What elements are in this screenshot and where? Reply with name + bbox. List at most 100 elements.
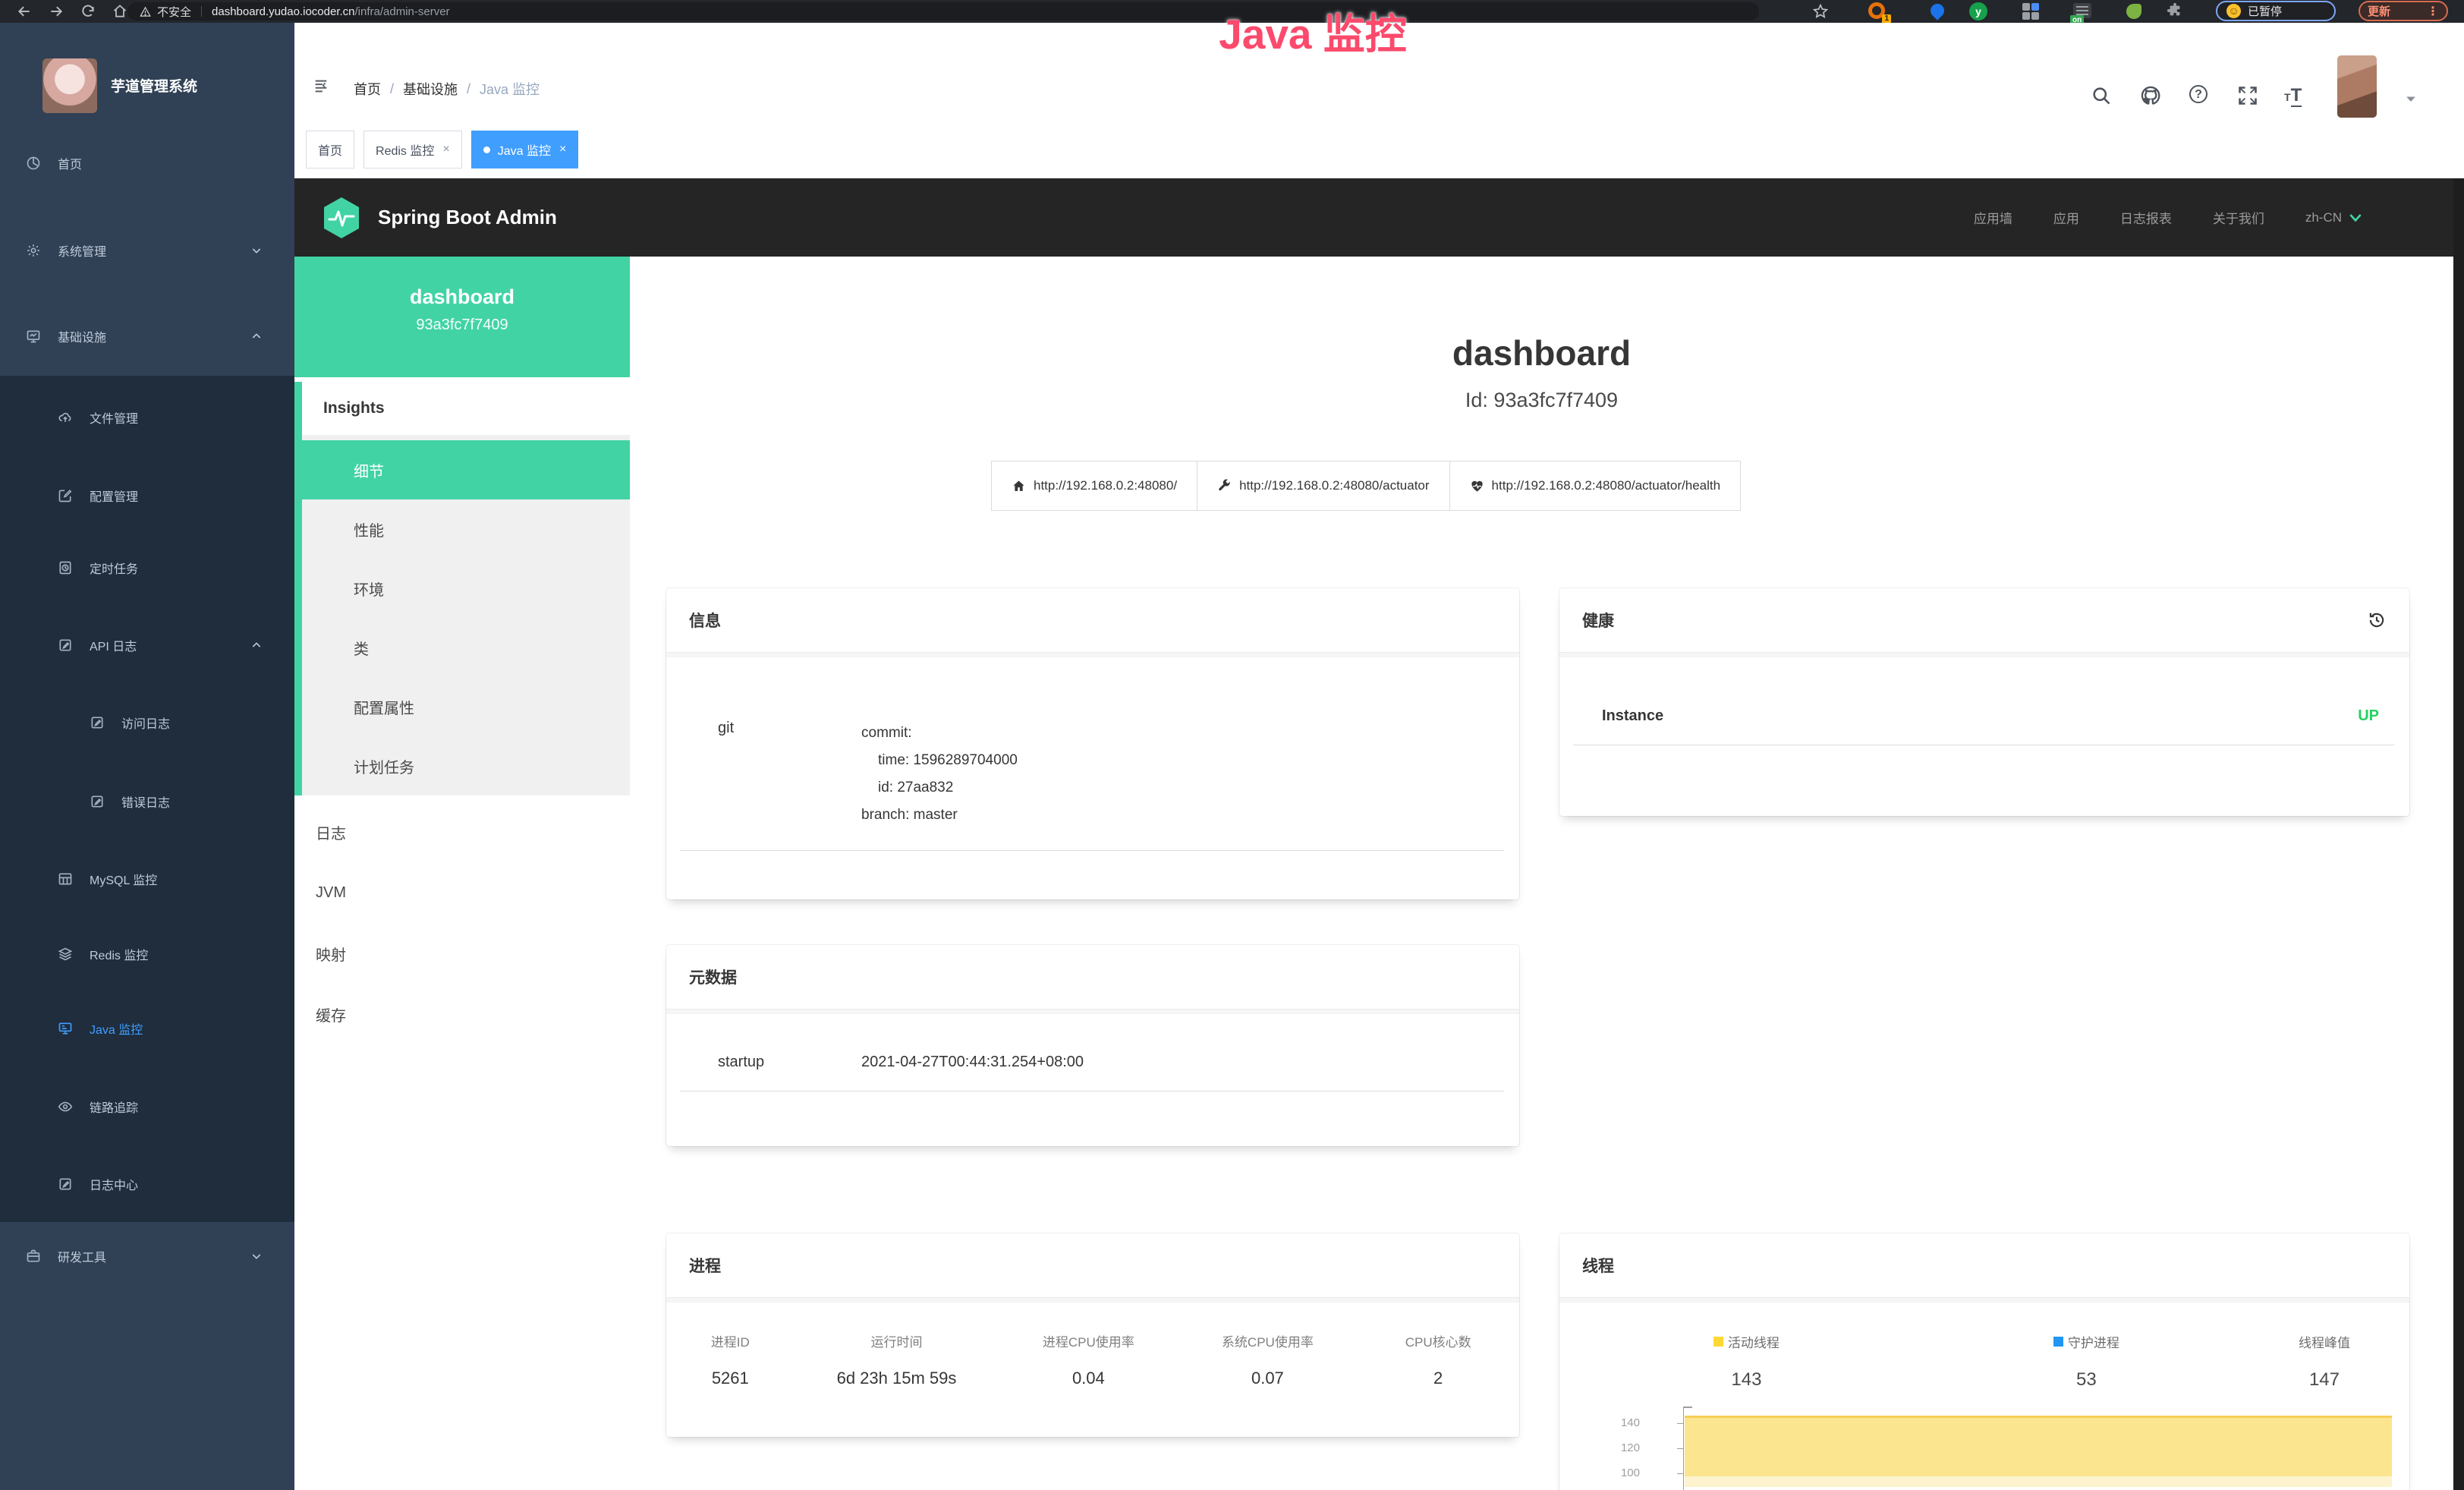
sidebar-item-tracing[interactable]: 链路追踪	[0, 1085, 294, 1128]
sba-item-metrics[interactable]: 性能	[302, 499, 630, 559]
screen: 不安全 dashboard.yudao.iocoder.cn/infra/adm…	[0, 0, 2464, 1490]
extension-icon-list-on[interactable]: on	[2073, 2, 2091, 20]
ytick-100: 100	[1602, 1466, 1640, 1479]
close-icon[interactable]	[559, 143, 566, 156]
sba-item-config-props[interactable]: 配置属性	[302, 677, 630, 736]
sba-language-select[interactable]: zh-CN	[2305, 210, 2362, 225]
sba-nav-journal[interactable]: 日志报表	[2120, 208, 2172, 227]
sba-brand[interactable]: Spring Boot Admin	[378, 206, 557, 229]
chevron-down-icon	[2349, 213, 2362, 222]
url-path: /infra/admin-server	[355, 5, 450, 18]
sba-nav-links: 应用墙 应用 日志报表 关于我们 zh-CN	[1974, 208, 2362, 227]
home-icon[interactable]	[112, 4, 127, 19]
instance-actuator-link[interactable]: http://192.168.0.2:48080/actuator	[1197, 461, 1449, 511]
instance-home-link[interactable]: http://192.168.0.2:48080/	[991, 461, 1197, 511]
daemon-threads-value: 53	[1934, 1369, 2239, 1391]
sidebar-logo-row[interactable]: 芋道管理系统	[0, 57, 294, 114]
card-metadata: 元数据 startup 2021-04-27T00:44:31.254+08:0…	[666, 945, 1519, 1146]
sba-app-block[interactable]: dashboard 93a3fc7f7409	[294, 257, 630, 377]
sidebar-item-mysql-monitor[interactable]: MySQL 监控	[0, 858, 294, 900]
scrollbar[interactable]	[2453, 178, 2464, 1490]
sidebar-item-access-log[interactable]: 访问日志	[0, 701, 294, 744]
sba-item-mappings[interactable]: 映射	[294, 923, 630, 984]
card-threads-title: 线程	[1582, 1254, 1614, 1277]
breadcrumb-home[interactable]: 首页	[354, 79, 381, 99]
heartbeat-icon	[1470, 479, 1484, 493]
sidebar-item-error-log[interactable]: 错误日志	[0, 780, 294, 823]
back-icon[interactable]	[17, 4, 32, 19]
sba-nav-about[interactable]: 关于我们	[2213, 208, 2264, 227]
chrome-menu-icon[interactable]: ⋮	[2427, 4, 2439, 19]
timer-book-icon	[58, 560, 73, 575]
spring-boot-admin-logo[interactable]	[322, 197, 361, 239]
sba-item-logfile[interactable]: 日志	[294, 802, 630, 862]
profile-paused-chip[interactable]: ☺ 已暂停	[2216, 1, 2336, 21]
search-icon[interactable]	[2091, 85, 2112, 106]
sidebar-item-redis-monitor[interactable]: Redis 监控	[0, 933, 294, 975]
extension-icon-pin[interactable]	[1927, 2, 1946, 20]
sidebar-item-log-center[interactable]: 日志中心	[0, 1163, 294, 1205]
reload-icon[interactable]	[80, 4, 96, 19]
chrome-update-button[interactable]: 更新 ⋮	[2359, 1, 2448, 21]
chevron-up-icon	[250, 330, 263, 342]
github-icon[interactable]	[2140, 85, 2161, 106]
help-icon[interactable]: ?	[2189, 85, 2208, 103]
close-icon[interactable]	[442, 143, 449, 156]
instance-link-group: http://192.168.0.2:48080/ http://192.168…	[992, 461, 1741, 511]
sidebar-item-config-management[interactable]: 配置管理	[0, 474, 294, 517]
sba-sidebar: dashboard 93a3fc7f7409 Insights 细节 性能 环境…	[294, 257, 630, 1490]
extension-icon-orange[interactable]: 1	[1868, 2, 1887, 20]
sba-navbar: Spring Boot Admin 应用墙 应用 日志报表 关于我们 zh-CN	[294, 178, 2464, 257]
card-info-title: 信息	[689, 609, 721, 632]
extension-icon-grid[interactable]	[2022, 2, 2041, 20]
legend-live-swatch	[1713, 1337, 1723, 1347]
forward-icon[interactable]	[49, 4, 64, 19]
sidebar-item-api-log[interactable]: API 日志	[0, 624, 294, 666]
sba-item-classes[interactable]: 类	[302, 618, 630, 677]
sba-item-details[interactable]: 细节	[302, 440, 630, 499]
instance-health-link[interactable]: http://192.168.0.2:48080/actuator/health	[1449, 461, 1742, 511]
sba-item-caches[interactable]: 缓存	[294, 984, 630, 1044]
log-edit-icon	[58, 638, 73, 653]
metadata-startup-value: 2021-04-27T00:44:31.254+08:00	[861, 1054, 1084, 1071]
sidebar-item-dev-tools[interactable]: 研发工具	[0, 1235, 294, 1277]
process-cpu: 0.04	[999, 1369, 1178, 1388]
live-threads-value: 143	[1559, 1369, 1934, 1391]
font-size-icon[interactable]: TT	[2284, 85, 2302, 106]
sidebar-item-system[interactable]: 系统管理	[0, 229, 294, 272]
avatar-caret-down-icon[interactable]	[2406, 96, 2416, 103]
tab-java-monitor[interactable]: Java 监控	[471, 131, 579, 169]
sba-item-environment[interactable]: 环境	[302, 559, 630, 618]
card-separator	[666, 652, 1519, 657]
sba-nav-applications[interactable]: 应用	[2053, 208, 2079, 227]
history-icon[interactable]	[2367, 610, 2387, 630]
peak-threads-value: 147	[2239, 1369, 2409, 1391]
breadcrumb-infrastructure[interactable]: 基础设施	[403, 79, 458, 99]
process-table-values: 5261 6d 23h 15m 59s 0.04 0.07 2	[666, 1369, 1519, 1388]
sidebar-item-java-monitor[interactable]: Java 监控	[0, 1007, 294, 1050]
extension-icon-leaf[interactable]	[2125, 2, 2143, 20]
bookmark-star-icon[interactable]	[1812, 3, 1829, 20]
breadcrumb-current: Java 监控	[480, 79, 540, 99]
edit-square-icon	[58, 488, 73, 503]
sba-item-jvm[interactable]: JVM	[294, 862, 630, 923]
extension-icon-y[interactable]: y	[1969, 2, 1987, 20]
sidebar-item-home[interactable]: 首页	[0, 142, 294, 184]
sidebar-collapse-icon[interactable]	[311, 77, 331, 94]
sba-item-scheduled-tasks[interactable]: 计划任务	[302, 736, 630, 795]
sidebar-item-infrastructure[interactable]: 基础设施	[0, 315, 294, 358]
sidebar-item-scheduled-jobs[interactable]: 定时任务	[0, 547, 294, 589]
instance-title: dashboard	[630, 332, 2453, 373]
extensions-puzzle-icon[interactable]	[2167, 2, 2183, 19]
tab-home[interactable]: 首页	[306, 131, 354, 169]
sba-insights-header[interactable]: Insights	[302, 382, 630, 435]
sidebar-item-file-management[interactable]: 文件管理	[0, 396, 294, 439]
tab-redis-monitor[interactable]: Redis 监控	[363, 131, 462, 169]
metadata-startup-row: startup 2021-04-27T00:44:31.254+08:00	[680, 1054, 1504, 1092]
dashboard-icon	[26, 156, 41, 171]
user-avatar[interactable]	[2337, 55, 2377, 118]
fullscreen-icon[interactable]	[2237, 85, 2258, 106]
sba-nav-wallboard[interactable]: 应用墙	[1974, 208, 2012, 227]
info-git-value: commit: time: 1596289704000 id: 27aa832 …	[861, 720, 1018, 829]
card-separator	[1559, 1297, 2409, 1303]
